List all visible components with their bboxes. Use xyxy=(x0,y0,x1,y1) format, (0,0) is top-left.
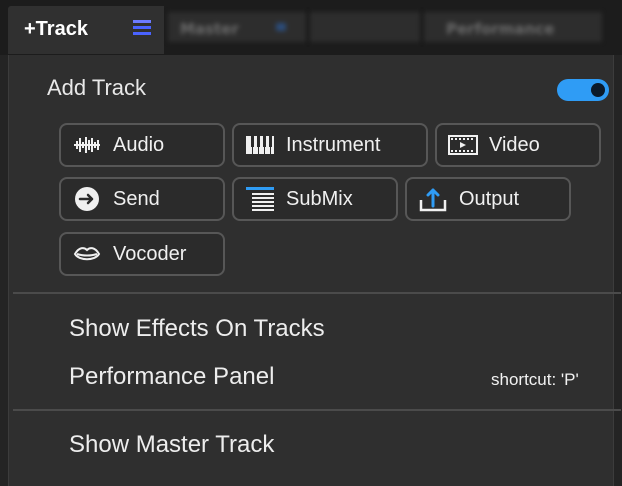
menu-divider xyxy=(13,409,621,411)
show-master-track-menu-item[interactable]: Show Master Track xyxy=(69,431,274,459)
master-indicator-icon xyxy=(276,23,286,31)
master-tab[interactable]: Master xyxy=(168,12,306,42)
vocoder-track-button[interactable]: Vocoder xyxy=(59,232,225,276)
track-tab-label: +Track xyxy=(24,18,88,40)
top-toolbar: +Track Master Performance xyxy=(0,0,622,55)
audio-track-button[interactable]: Audio xyxy=(59,123,225,167)
instrument-track-button[interactable]: Instrument xyxy=(232,123,428,167)
submix-track-button[interactable]: SubMix xyxy=(232,177,398,221)
master-tab-label: Master xyxy=(180,20,239,38)
performance-tab-label: Performance xyxy=(446,20,555,38)
track-list-icon[interactable] xyxy=(133,20,151,40)
audio-track-label: Audio xyxy=(113,133,165,156)
add-track-toggle[interactable] xyxy=(557,79,609,101)
send-track-button[interactable]: Send xyxy=(59,177,225,221)
send-track-label: Send xyxy=(113,187,160,210)
empty-tab xyxy=(310,12,420,42)
add-track-menu: Add Track Audio Instrument Video Send Su… xyxy=(8,55,621,486)
menu-divider xyxy=(13,292,621,294)
add-track-title: Add Track xyxy=(47,75,147,100)
toggle-knob xyxy=(591,83,605,97)
instrument-track-label: Instrument xyxy=(286,133,381,156)
stack-lines-icon xyxy=(244,186,276,212)
film-icon xyxy=(447,132,479,158)
performance-panel-menu-item[interactable]: Performance Panel xyxy=(69,363,274,391)
piano-keys-icon xyxy=(244,132,276,158)
lips-icon xyxy=(71,241,103,267)
upload-arrow-icon xyxy=(417,186,449,212)
track-tab[interactable]: +Track xyxy=(8,6,164,54)
vocoder-track-label: Vocoder xyxy=(113,242,187,265)
output-track-label: Output xyxy=(459,187,520,210)
submix-track-label: SubMix xyxy=(286,187,353,210)
video-track-button[interactable]: Video xyxy=(435,123,601,167)
show-effects-menu-item[interactable]: Show Effects On Tracks xyxy=(69,315,325,343)
arrow-circle-icon xyxy=(71,186,103,212)
performance-tab[interactable]: Performance xyxy=(424,12,602,42)
waveform-icon xyxy=(71,132,103,158)
output-track-button[interactable]: Output xyxy=(405,177,571,221)
performance-shortcut-hint: shortcut: 'P' xyxy=(491,370,579,389)
video-track-label: Video xyxy=(489,133,540,156)
